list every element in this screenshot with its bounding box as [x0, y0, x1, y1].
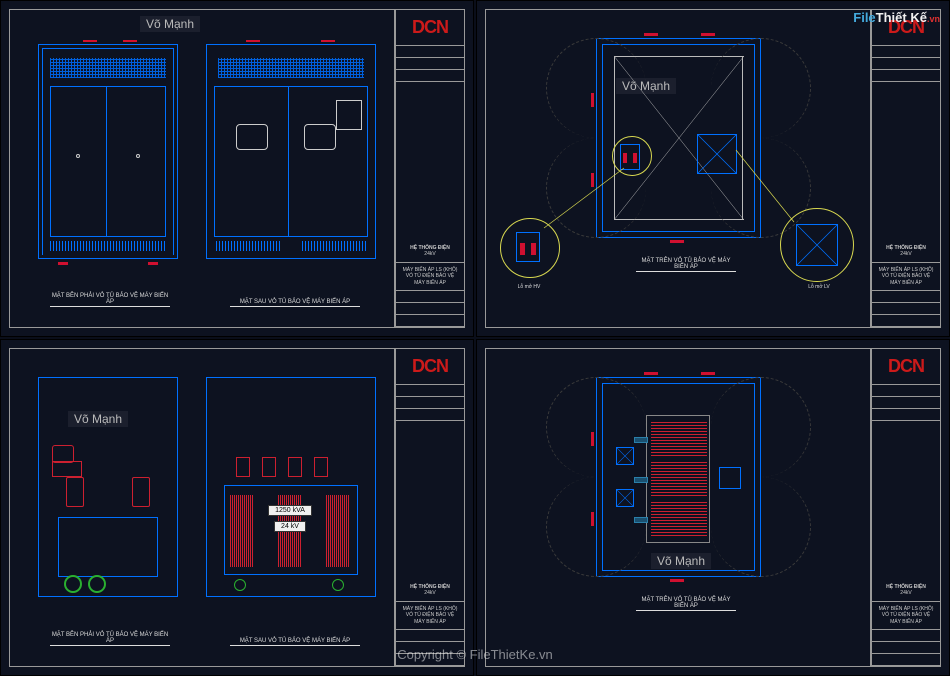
author-watermark: Võ Mạnh — [651, 553, 711, 569]
caption-top: MẶT TRÊN VỎ TỦ BẢO VỆ MÁY BIẾN ÁP — [636, 258, 736, 272]
site-watermark: Copyright © FileThietKe.vn — [397, 647, 553, 662]
panel-top-right: Võ Mạnh — [476, 0, 950, 337]
detail-label-hv: Lỗ mở HV — [514, 284, 544, 291]
panel-bottom-left: Võ Mạnh — [0, 339, 474, 676]
caption-side: MẶT BÊN PHẢI VỎ TỦ BẢO VỆ MÁY BIẾN ÁP — [50, 293, 170, 307]
cabinet-rear-view — [206, 44, 376, 259]
transformer-voltage: 24 kV — [274, 521, 306, 532]
caption-rear: MẶT SAU VỎ TỦ BẢO VỆ MÁY BIẾN ÁP — [230, 299, 360, 307]
caption-rear: MẶT SAU VỎ TỦ BẢO VỆ MÁY BIẾN ÁP — [230, 638, 360, 646]
logo: DCN — [396, 349, 464, 385]
title-block: DCN HỆ THỐNG ĐIỆN24kV MÁY BIẾN ÁP LS (KH… — [395, 348, 465, 667]
caption-top: MẶT TRÊN VỎ TỦ BẢO VỆ MÁY BIẾN ÁP — [636, 597, 736, 611]
author-watermark: Võ Mạnh — [616, 78, 676, 94]
detail-label-lv: Lỗ mở LV — [804, 284, 834, 291]
title-block: DCN HỆ THỐNG ĐIỆN24kV MÁY BIẾN ÁP LS (KH… — [871, 9, 941, 328]
author-watermark: Võ Mạnh — [140, 16, 200, 32]
logo: DCN — [396, 10, 464, 46]
leader-lines — [486, 10, 870, 327]
drawing-grid: Võ Mạnh — [0, 0, 950, 676]
author-watermark: Võ Mạnh — [68, 411, 128, 427]
cabinet-side-xfmr — [38, 377, 178, 597]
cabinet-side-view — [38, 44, 178, 259]
site-corner-logo: FileThiết Kế.vn — [853, 10, 940, 25]
title-block: DCN HỆ THỐNG ĐIỆN24kV MÁY BIẾN ÁP LS (KH… — [871, 348, 941, 667]
title-block: DCN HỆ THỐNG ĐIỆN24kV MÁY BIẾN ÁP LS (KH… — [395, 9, 465, 328]
cabinet-rear-xfmr: 1250 kVA 24 kV — [206, 377, 376, 597]
logo: DCN — [872, 349, 940, 385]
panel-bottom-right: Võ Mạnh — [476, 339, 950, 676]
transformer-rating: 1250 kVA — [268, 505, 312, 516]
caption-side: MẶT BÊN PHẢI VỎ TỦ BẢO VỆ MÁY BIẾN ÁP — [50, 632, 170, 646]
panel-top-left: Võ Mạnh — [0, 0, 474, 337]
